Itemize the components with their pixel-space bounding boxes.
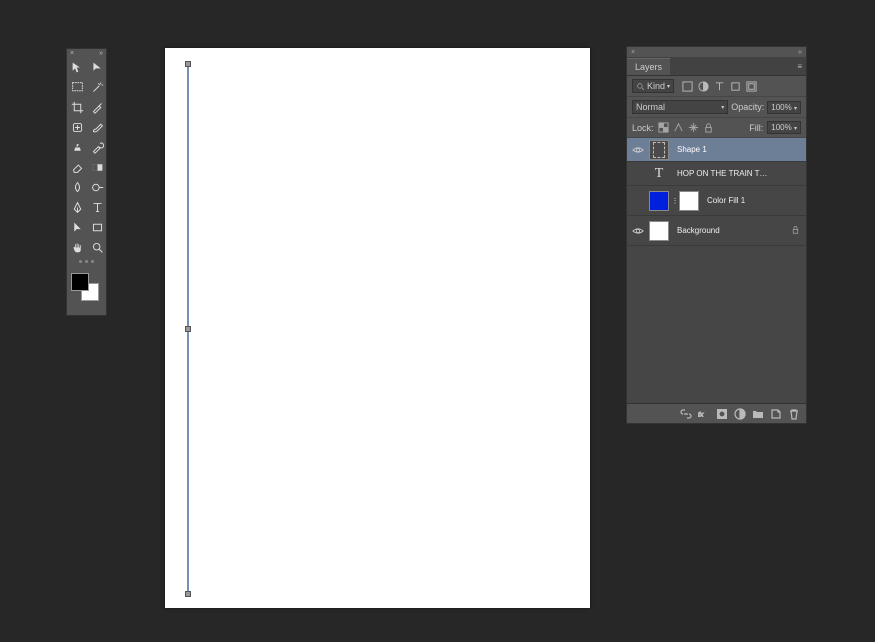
color-swatches[interactable] xyxy=(71,273,102,307)
fill-input[interactable]: 100% ▾ xyxy=(767,121,801,134)
tool-divider xyxy=(67,257,106,269)
layer-thumbnail[interactable]: T xyxy=(649,164,669,184)
marquee-tool[interactable] xyxy=(67,77,87,97)
layers-panel: × « Layers ≡ Kind ▾ Normal ▾ Opacity: 10… xyxy=(626,46,807,424)
opacity-input[interactable]: 100% ▾ xyxy=(767,101,801,114)
toolbar-header: × » xyxy=(67,49,106,57)
zoom-tool[interactable] xyxy=(87,237,107,257)
move-tool[interactable] xyxy=(67,57,87,77)
lock-pixels-icon[interactable] xyxy=(673,122,684,133)
visibility-toggle[interactable] xyxy=(632,144,644,156)
transform-handle-middle[interactable] xyxy=(185,326,191,332)
layer-name: Color Fill 1 xyxy=(707,196,745,205)
svg-text:fx: fx xyxy=(698,411,704,418)
filter-smart-icon[interactable] xyxy=(745,80,757,92)
opacity-label: Opacity: xyxy=(731,102,764,112)
layer-name: Background xyxy=(677,226,720,235)
type-tool[interactable] xyxy=(87,197,107,217)
collapse-icon[interactable]: » xyxy=(99,50,103,57)
kind-filter-label: Kind xyxy=(647,81,665,91)
fill-label: Fill: xyxy=(749,123,763,133)
pen-tool[interactable] xyxy=(67,197,87,217)
adjustment-layer-icon[interactable] xyxy=(734,408,746,420)
collapse-icon[interactable]: « xyxy=(798,49,802,56)
blur-tool[interactable] xyxy=(67,177,87,197)
layer-row-colorfill[interactable]: ⋮ Color Fill 1 xyxy=(627,186,806,216)
transform-handle-top[interactable] xyxy=(185,61,191,67)
close-icon[interactable]: × xyxy=(70,50,74,57)
filter-adjustment-icon[interactable] xyxy=(697,80,709,92)
lock-all-icon[interactable] xyxy=(703,122,714,133)
link-layers-icon[interactable] xyxy=(680,408,692,420)
blend-mode-dropdown[interactable]: Normal ▾ xyxy=(632,100,728,114)
filter-row: Kind ▾ xyxy=(627,76,806,97)
close-icon[interactable]: × xyxy=(631,49,635,56)
brush-tool[interactable] xyxy=(87,117,107,137)
lock-row: Lock: Fill: 100% ▾ xyxy=(627,118,806,138)
dodge-tool[interactable] xyxy=(87,177,107,197)
fx-icon[interactable]: fx xyxy=(698,408,710,420)
delete-layer-icon[interactable] xyxy=(788,408,800,420)
healing-brush-tool[interactable] xyxy=(67,117,87,137)
panel-menu-icon[interactable]: ≡ xyxy=(793,62,806,71)
filter-shape-icon[interactable] xyxy=(729,80,741,92)
layer-name: HOP ON THE TRAIN TO NOWHERE BABY xyxy=(677,169,773,178)
layers-tab[interactable]: Layers xyxy=(627,58,670,75)
clone-stamp-tool[interactable] xyxy=(67,137,87,157)
lock-transparency-icon[interactable] xyxy=(658,122,669,133)
blend-row: Normal ▾ Opacity: 100% ▾ xyxy=(627,97,806,118)
shape-path[interactable] xyxy=(187,64,189,594)
history-brush-tool[interactable] xyxy=(87,137,107,157)
fill-thumbnail[interactable] xyxy=(649,191,669,211)
mask-link-icon[interactable]: ⋮ xyxy=(671,197,679,205)
new-layer-icon[interactable] xyxy=(770,408,782,420)
mask-thumbnail[interactable] xyxy=(679,191,699,211)
layer-name: Shape 1 xyxy=(677,145,707,154)
lock-label: Lock: xyxy=(632,123,654,133)
gradient-tool[interactable] xyxy=(87,157,107,177)
eraser-tool[interactable] xyxy=(67,157,87,177)
document-canvas[interactable] xyxy=(165,48,590,608)
layer-list: Shape 1 T HOP ON THE TRAIN TO NOWHERE BA… xyxy=(627,138,806,403)
visibility-toggle[interactable] xyxy=(632,225,644,237)
transform-handle-bottom[interactable] xyxy=(185,591,191,597)
blend-mode-value: Normal xyxy=(636,102,665,112)
layer-row-shape[interactable]: Shape 1 xyxy=(627,138,806,162)
lock-position-icon[interactable] xyxy=(688,122,699,133)
layer-row-text[interactable]: T HOP ON THE TRAIN TO NOWHERE BABY xyxy=(627,162,806,186)
layer-thumbnail[interactable] xyxy=(649,140,669,160)
magic-wand-tool[interactable] xyxy=(87,77,107,97)
lock-icon xyxy=(791,225,800,236)
layers-footer: fx xyxy=(627,403,806,423)
filter-type-icons xyxy=(681,80,757,92)
path-selection-tool[interactable] xyxy=(67,217,87,237)
foreground-color-swatch[interactable] xyxy=(71,273,89,291)
tools-palette: × » xyxy=(66,48,107,316)
add-mask-icon[interactable] xyxy=(716,408,728,420)
group-icon[interactable] xyxy=(752,408,764,420)
hand-tool[interactable] xyxy=(67,237,87,257)
crop-tool[interactable] xyxy=(67,97,87,117)
tool-grid xyxy=(67,57,106,257)
visibility-toggle[interactable] xyxy=(632,195,644,207)
visibility-toggle[interactable] xyxy=(632,168,644,180)
panel-header-bar: × « xyxy=(627,47,806,57)
direct-selection-tool[interactable] xyxy=(87,57,107,77)
filter-pixel-icon[interactable] xyxy=(681,80,693,92)
layer-row-background[interactable]: Background xyxy=(627,216,806,246)
filter-text-icon[interactable] xyxy=(713,80,725,92)
panel-tabs: Layers ≡ xyxy=(627,57,806,76)
rectangle-tool[interactable] xyxy=(87,217,107,237)
layer-thumbnail[interactable] xyxy=(649,221,669,241)
eyedropper-tool[interactable] xyxy=(87,97,107,117)
kind-filter-dropdown[interactable]: Kind ▾ xyxy=(632,79,674,93)
